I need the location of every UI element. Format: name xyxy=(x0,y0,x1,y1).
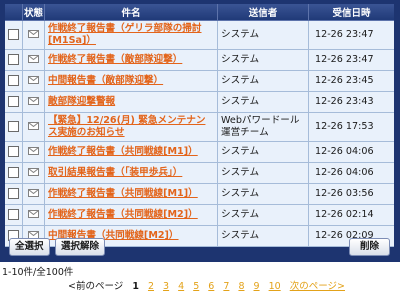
message-sender: システム xyxy=(218,21,309,50)
message-sender: システム xyxy=(218,142,309,163)
table-row: 作戦終了報告書（共同戦線[M1]） システム 12-26 03:56 xyxy=(5,184,394,205)
row-checkbox[interactable] xyxy=(8,166,19,178)
message-date: 12-26 17:53 xyxy=(309,113,394,142)
message-subject-link[interactable]: 作戦終了報告書（敵部隊迎撃） xyxy=(48,54,182,65)
table-row: 作戦終了報告書（共同戦線[M1]） システム 12-26 04:06 xyxy=(5,142,394,163)
page-link[interactable]: 5 xyxy=(193,281,199,292)
message-subject-link[interactable]: 敵部隊迎撃警報 xyxy=(48,96,115,107)
envelope-icon xyxy=(28,122,39,130)
page-link[interactable]: 10 xyxy=(269,281,281,292)
current-page: 1 xyxy=(132,281,139,292)
header-subject[interactable]: 件名 xyxy=(45,4,218,21)
envelope-icon xyxy=(28,189,39,197)
envelope-icon xyxy=(28,97,39,105)
page-link[interactable]: 2 xyxy=(148,281,154,292)
row-checkbox[interactable] xyxy=(8,28,19,40)
message-sender: システム xyxy=(218,184,309,205)
message-date: 12-26 23:43 xyxy=(309,92,394,113)
message-list-panel: 状態 件名 送信者 受信日時 作戦終了報告書（ゲリラ部隊の掃討[M1Sa]） シ… xyxy=(0,0,400,262)
message-subject-link[interactable]: 作戦終了報告書（ゲリラ部隊の掃討[M1Sa]） xyxy=(48,23,202,46)
header-check xyxy=(5,4,23,21)
envelope-icon xyxy=(28,147,39,155)
message-subject-link[interactable]: 作戦終了報告書（共同戦線[M1]） xyxy=(48,146,198,157)
page-link[interactable]: 8 xyxy=(238,281,244,292)
action-bar: 全選択 選択解除 削除 xyxy=(5,237,394,257)
message-table: 状態 件名 送信者 受信日時 作戦終了報告書（ゲリラ部隊の掃討[M1Sa]） シ… xyxy=(5,4,394,247)
row-checkbox[interactable] xyxy=(8,74,19,86)
message-subject-link[interactable]: 【緊急】12/26(月) 緊急メンテナンス実施のお知らせ xyxy=(48,115,205,138)
message-count: 1-10件/全100件 xyxy=(2,267,74,278)
message-date: 12-26 23:47 xyxy=(309,21,394,50)
row-checkbox[interactable] xyxy=(8,53,19,65)
table-row: 【緊急】12/26(月) 緊急メンテナンス実施のお知らせ Webパワードール運営… xyxy=(5,113,394,142)
header-status[interactable]: 状態 xyxy=(23,4,45,21)
page-link[interactable]: 3 xyxy=(163,281,169,292)
row-checkbox[interactable] xyxy=(8,208,19,220)
pagination: <前のページ 1 2 3 4 5 6 7 8 9 10 次のページ> xyxy=(68,278,351,292)
row-checkbox[interactable] xyxy=(8,187,19,199)
message-subject-link[interactable]: 中間報告書（敵部隊迎撃） xyxy=(48,75,163,86)
message-subject-link[interactable]: 作戦終了報告書（共同戦線[M2]） xyxy=(48,209,198,220)
envelope-icon xyxy=(28,168,39,176)
table-row: 作戦終了報告書（敵部隊迎撃） システム 12-26 23:47 xyxy=(5,50,394,71)
table-row: 敵部隊迎撃警報 システム 12-26 23:43 xyxy=(5,92,394,113)
message-sender: Webパワードール運営チーム xyxy=(218,113,309,142)
message-date: 12-26 04:06 xyxy=(309,163,394,184)
message-sender: システム xyxy=(218,92,309,113)
message-subject-link[interactable]: 作戦終了報告書（共同戦線[M1]） xyxy=(48,188,198,199)
envelope-icon xyxy=(28,76,39,84)
message-date: 12-26 03:56 xyxy=(309,184,394,205)
table-row: 中間報告書（敵部隊迎撃） システム 12-26 23:45 xyxy=(5,71,394,92)
message-sender: システム xyxy=(218,163,309,184)
row-checkbox[interactable] xyxy=(8,95,19,107)
message-sender: システム xyxy=(218,71,309,92)
message-sender: システム xyxy=(218,50,309,71)
select-all-button[interactable]: 全選択 xyxy=(9,238,50,256)
page-link[interactable]: 4 xyxy=(178,281,184,292)
table-header-row: 状態 件名 送信者 受信日時 xyxy=(5,4,394,21)
table-row: 取引結果報告書（「装甲歩兵」） システム 12-26 04:06 xyxy=(5,163,394,184)
prev-page-label: <前のページ xyxy=(68,281,124,292)
table-row: 作戦終了報告書（ゲリラ部隊の掃討[M1Sa]） システム 12-26 23:47 xyxy=(5,21,394,50)
envelope-icon xyxy=(28,210,39,218)
envelope-icon xyxy=(28,30,39,38)
message-date: 12-26 23:47 xyxy=(309,50,394,71)
row-checkbox[interactable] xyxy=(8,145,19,157)
header-date[interactable]: 受信日時 xyxy=(309,4,394,21)
header-sender[interactable]: 送信者 xyxy=(218,4,309,21)
message-date: 12-26 23:45 xyxy=(309,71,394,92)
message-date: 12-26 04:06 xyxy=(309,142,394,163)
page-link[interactable]: 6 xyxy=(208,281,214,292)
next-page-link[interactable]: 次のページ> xyxy=(290,281,345,292)
message-subject-link[interactable]: 取引結果報告書（「装甲歩兵」） xyxy=(48,167,182,178)
deselect-button[interactable]: 選択解除 xyxy=(55,238,106,256)
envelope-icon xyxy=(28,55,39,63)
row-checkbox[interactable] xyxy=(8,120,19,132)
page-link[interactable]: 7 xyxy=(223,281,229,292)
delete-button[interactable]: 削除 xyxy=(348,238,390,256)
page-link[interactable]: 9 xyxy=(254,281,260,292)
message-sender: システム xyxy=(218,205,309,226)
message-date: 12-26 02:14 xyxy=(309,205,394,226)
table-row: 作戦終了報告書（共同戦線[M2]） システム 12-26 02:14 xyxy=(5,205,394,226)
